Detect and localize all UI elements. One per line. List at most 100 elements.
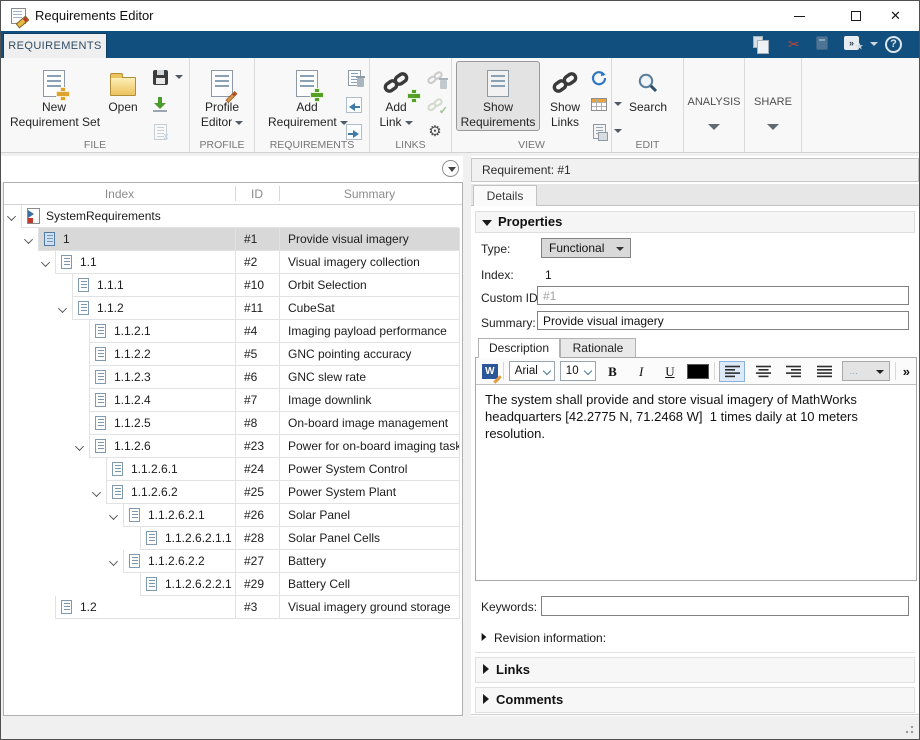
- column-header-id[interactable]: ID: [235, 183, 279, 205]
- table-row[interactable]: 1.1.2.6.2.2.1#29Battery Cell: [4, 573, 462, 596]
- help-button[interactable]: ?: [885, 36, 902, 53]
- quick-access-caret-icon[interactable]: [870, 42, 878, 46]
- align-justify-button[interactable]: [812, 361, 838, 382]
- align-left-button[interactable]: [719, 361, 745, 382]
- table-row[interactable]: 1.1.1#10Orbit Selection: [4, 274, 462, 297]
- table-row[interactable]: 1.1.2.6.2.1.1#28Solar Panel Cells: [4, 527, 462, 550]
- requirement-icon: [61, 600, 72, 614]
- table-row[interactable]: 1.1#2Visual imagery collection: [4, 251, 462, 274]
- close-button[interactable]: ✕: [873, 1, 918, 31]
- tab-description[interactable]: Description: [478, 338, 560, 358]
- table-row[interactable]: 1.1.2.6.2#25Power System Plant: [4, 481, 462, 504]
- align-right-button[interactable]: [781, 361, 807, 382]
- delete-requirement-button[interactable]: [341, 64, 367, 91]
- cut-button[interactable]: ✂: [788, 36, 800, 54]
- search-button[interactable]: Search: [623, 61, 673, 116]
- requirement-icon: [112, 485, 123, 499]
- maximize-button[interactable]: [833, 1, 878, 31]
- share-button[interactable]: SHARE: [748, 68, 798, 131]
- tab-requirements[interactable]: REQUIREMENTS: [3, 33, 107, 58]
- save-caret-icon[interactable]: [175, 75, 183, 79]
- section-requirements: Add Requirement REQUIREMENTS: [255, 58, 370, 152]
- collapse-panel-icon[interactable]: [442, 160, 459, 177]
- show-links-button[interactable]: Show Links: [544, 61, 586, 131]
- word-export-icon[interactable]: W: [482, 364, 498, 379]
- table-row[interactable]: 1.1.2.3#6GNC slew rate: [4, 366, 462, 389]
- summary-field[interactable]: [537, 311, 909, 330]
- table-row[interactable]: 1#1Provide visual imagery: [4, 228, 462, 251]
- table-row[interactable]: 1.1.2.6.2.2#27Battery: [4, 550, 462, 573]
- index-cell: 1.1.2.6.2.2: [123, 550, 235, 573]
- table-row[interactable]: 1.1.2.6#23Power for on-board imaging tas…: [4, 435, 462, 458]
- add-requirement-icon: [296, 70, 318, 97]
- promote-requirement-button[interactable]: [341, 91, 367, 118]
- description-text[interactable]: The system shall provide and store visua…: [476, 384, 916, 580]
- expand-chevron-icon[interactable]: [24, 235, 33, 244]
- quick-access-button[interactable]: »★: [844, 36, 859, 50]
- tree-panel-toolbar: [1, 156, 463, 182]
- table-row[interactable]: 1.1.2.5#8On-board image management: [4, 412, 462, 435]
- refresh-button[interactable]: [586, 64, 612, 91]
- font-family-combo[interactable]: Arial: [509, 361, 555, 381]
- expand-chevron-icon[interactable]: [7, 212, 16, 221]
- expand-chevron-icon[interactable]: [75, 442, 84, 451]
- keywords-input[interactable]: [541, 596, 909, 616]
- expand-chevron-icon[interactable]: [58, 304, 67, 313]
- properties-section-header[interactable]: Properties: [475, 211, 915, 233]
- bold-button[interactable]: B: [601, 361, 625, 382]
- tab-rationale[interactable]: Rationale: [560, 338, 636, 358]
- resize-grip[interactable]: [904, 725, 914, 735]
- font-size-combo[interactable]: 10: [560, 361, 596, 381]
- requirement-icon: [95, 347, 106, 361]
- show-req-label-2: Requirements: [457, 115, 539, 130]
- table-row[interactable]: 1.1.2.6.2.1#26Solar Panel: [4, 504, 462, 527]
- column-header-index[interactable]: Index: [4, 183, 235, 205]
- revision-info-toggle[interactable]: Revision information:: [481, 631, 606, 645]
- save-button[interactable]: [147, 64, 173, 91]
- columns-button[interactable]: [586, 91, 612, 118]
- column-header-summary[interactable]: Summary: [279, 183, 460, 205]
- add-requirement-button[interactable]: Add Requirement: [267, 61, 347, 131]
- row-id-cell: #27: [235, 550, 279, 573]
- tab-details[interactable]: Details: [473, 185, 537, 206]
- copy-button[interactable]: [753, 36, 767, 54]
- paste-button[interactable]: [816, 36, 828, 54]
- open-button[interactable]: Open: [101, 61, 145, 116]
- underline-button[interactable]: U: [658, 361, 682, 382]
- table-row[interactable]: SystemRequirements: [4, 205, 462, 228]
- comments-section-header[interactable]: Comments: [475, 687, 915, 713]
- font-color-button[interactable]: [687, 364, 709, 379]
- delete-link-button[interactable]: [422, 64, 448, 91]
- expand-chevron-icon[interactable]: [109, 511, 118, 520]
- row-id-cell: #7: [235, 389, 279, 412]
- profile-editor-button[interactable]: Profile Editor: [196, 61, 248, 131]
- table-row[interactable]: 1.1.2.4#7Image downlink: [4, 389, 462, 412]
- copy-icon: [753, 36, 763, 48]
- row-id-cell: #29: [235, 573, 279, 596]
- show-requirements-button[interactable]: Show Requirements: [456, 61, 540, 131]
- add-link-button[interactable]: Add Link: [374, 61, 418, 131]
- italic-button[interactable]: I: [629, 361, 653, 382]
- section-label-links: LINKS: [370, 139, 451, 151]
- table-row[interactable]: 1.1.2.2#5GNC pointing accuracy: [4, 343, 462, 366]
- expand-chevron-icon[interactable]: [109, 557, 118, 566]
- expand-chevron-icon[interactable]: [92, 488, 101, 497]
- expand-chevron-icon[interactable]: [41, 258, 50, 267]
- new-requirement-set-button[interactable]: New Requirement Set: [9, 61, 99, 131]
- import-button[interactable]: [147, 91, 173, 118]
- table-row[interactable]: 1.1.2.6.1#24Power System Control: [4, 458, 462, 481]
- type-dropdown[interactable]: Functional: [541, 238, 631, 258]
- list-style-dropdown[interactable]: …: [842, 361, 890, 381]
- links-section-header[interactable]: Links: [475, 657, 915, 683]
- minimize-button[interactable]: [777, 1, 822, 31]
- minimize-icon: [794, 16, 805, 17]
- table-row[interactable]: 1.1.2.1#4Imaging payload performance: [4, 320, 462, 343]
- table-row[interactable]: 1.2#3Visual imagery ground storage: [4, 596, 462, 619]
- align-center-button[interactable]: [750, 361, 776, 382]
- custom-id-field[interactable]: [537, 286, 909, 305]
- toolbar-overflow-icon[interactable]: »: [903, 364, 910, 379]
- verify-link-button[interactable]: ✓: [422, 91, 448, 118]
- section-view: Show Requirements Show Links VIEW: [452, 58, 612, 152]
- analysis-button[interactable]: ANALYSIS: [686, 68, 742, 131]
- table-row[interactable]: 1.1.2#11CubeSat: [4, 297, 462, 320]
